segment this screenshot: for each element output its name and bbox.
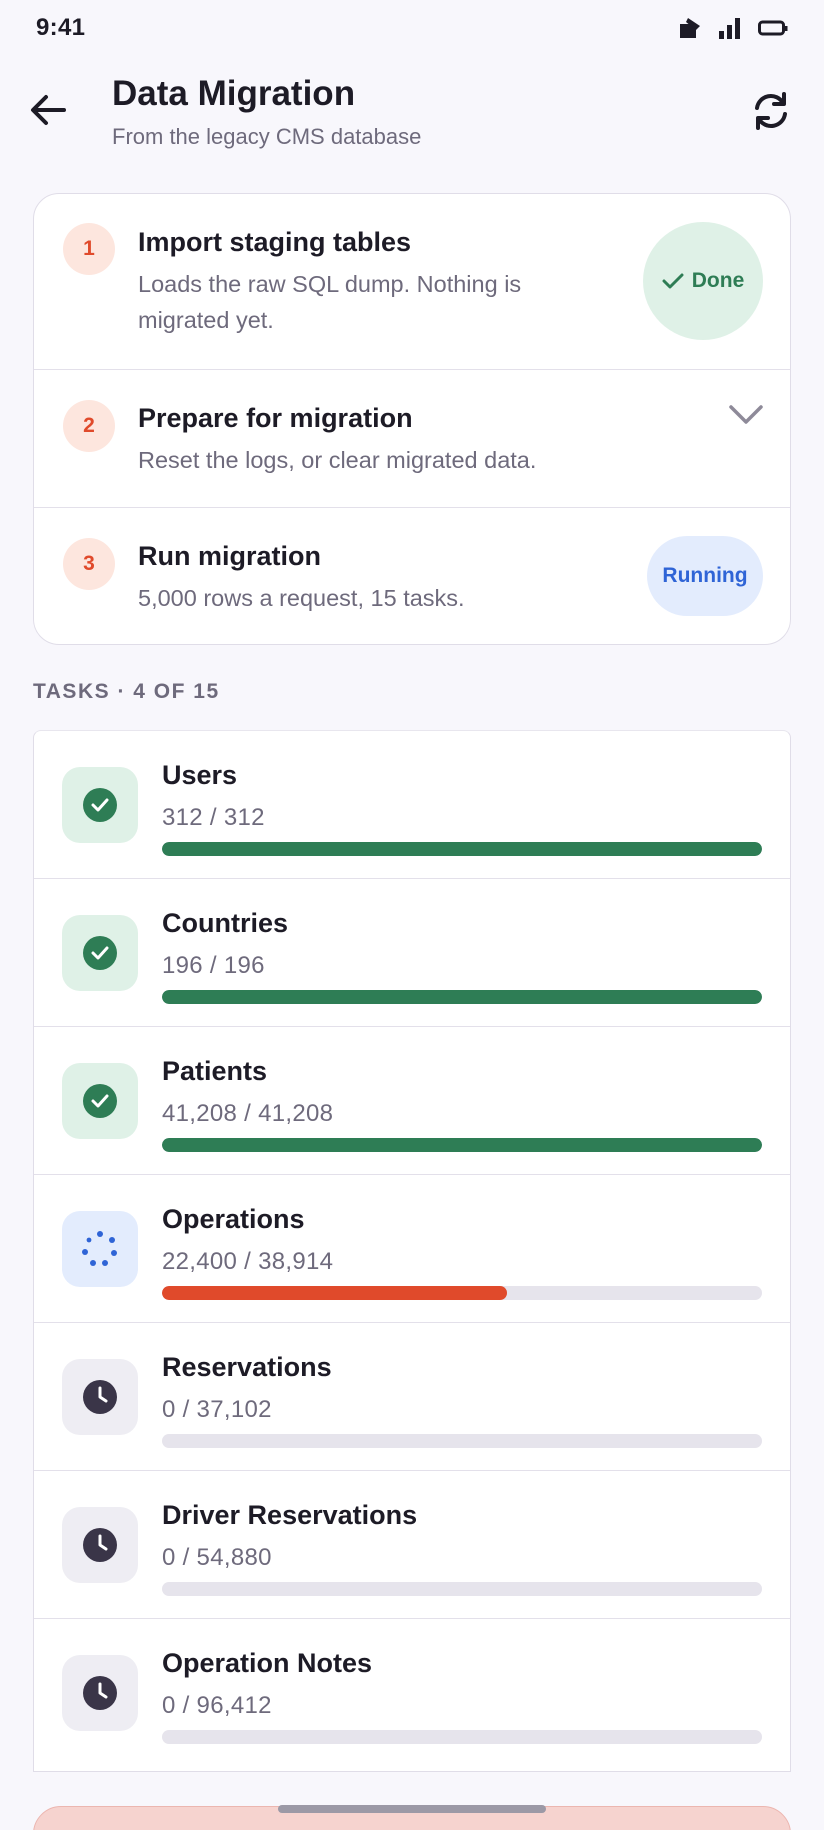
step-title: Run migration xyxy=(138,541,321,571)
task-row[interactable]: Operations 22,400 / 38,914 xyxy=(34,1175,790,1323)
progress-bar xyxy=(162,842,762,856)
task-name: Operations xyxy=(162,1204,305,1234)
step-description: Loads the raw SQL dump. Nothing is migra… xyxy=(138,271,522,333)
status-time: 9:41 xyxy=(36,14,86,41)
task-row[interactable]: Patients 41,208 / 41,208 xyxy=(34,1027,790,1175)
step-number: 1 xyxy=(63,223,115,275)
signal-icon xyxy=(719,18,740,39)
progress-fill xyxy=(162,842,762,856)
step-title: Import staging tables xyxy=(138,227,412,257)
step-number: 2 xyxy=(63,400,115,452)
task-name: Operation Notes xyxy=(162,1648,373,1678)
back-arrow-icon[interactable] xyxy=(26,88,70,132)
battery-icon xyxy=(758,20,788,36)
task-count: 0 / 37,102 xyxy=(162,1396,272,1423)
step-number: 3 xyxy=(63,538,115,590)
task-row[interactable]: Countries 196 / 196 xyxy=(34,879,790,1027)
task-count: 0 / 96,412 xyxy=(162,1692,272,1719)
step-prepare[interactable]: 2 Prepare for migration Reset the logs, … xyxy=(34,370,790,508)
task-row[interactable]: Driver Reservations 0 / 54,880 xyxy=(34,1471,790,1619)
step-description: 5,000 rows a request, 15 tasks. xyxy=(138,585,465,611)
step-run[interactable]: 3 Run migration 5,000 rows a request, 15… xyxy=(34,508,790,644)
task-status-icon xyxy=(62,1655,138,1731)
task-status-icon xyxy=(62,1507,138,1583)
task-count: 312 / 312 xyxy=(162,804,265,831)
task-count: 196 / 196 xyxy=(162,952,265,979)
chevron-down-icon[interactable] xyxy=(726,400,766,430)
tasks-section-label: TASKS · 4 OF 15 xyxy=(33,680,220,703)
progress-bar xyxy=(162,1582,762,1596)
check-circle-icon xyxy=(83,1084,117,1118)
task-row[interactable]: Reservations 0 / 37,102 xyxy=(34,1323,790,1471)
home-indicator xyxy=(278,1805,546,1813)
progress-fill xyxy=(162,1286,508,1300)
page-subtitle: From the legacy CMS database xyxy=(112,124,422,149)
progress-bar xyxy=(162,1138,762,1152)
task-status-icon xyxy=(62,1211,138,1287)
progress-fill xyxy=(162,1138,762,1152)
task-status-icon xyxy=(62,1063,138,1139)
task-status-icon xyxy=(62,767,138,843)
notification-icon xyxy=(680,18,700,38)
progress-bar xyxy=(162,1730,762,1744)
progress-bar xyxy=(162,1286,762,1300)
status-bar: 9:41 xyxy=(0,0,824,56)
task-name: Users xyxy=(162,760,238,790)
spinner-icon xyxy=(82,1231,117,1266)
progress-bar xyxy=(162,1434,762,1448)
task-row[interactable]: Operation Notes 0 / 96,412 xyxy=(34,1619,790,1767)
task-name: Patients xyxy=(162,1056,268,1086)
clock-icon xyxy=(83,1528,117,1562)
task-list: Users 312 / 312 Countries 196 / 196 Pati… xyxy=(33,730,791,1772)
header: Data Migration From the legacy CMS datab… xyxy=(0,70,824,160)
task-name: Driver Reservations xyxy=(162,1500,418,1530)
task-count: 41,208 / 41,208 xyxy=(162,1100,334,1127)
task-count: 22,400 / 38,914 xyxy=(162,1248,334,1275)
check-circle-icon xyxy=(83,936,117,970)
status-icons xyxy=(678,16,788,40)
task-status-icon xyxy=(62,915,138,991)
check-icon xyxy=(662,273,684,289)
task-count: 0 / 54,880 xyxy=(162,1544,272,1571)
migration-steps-card: 1 Import staging tables Loads the raw SQ… xyxy=(33,193,791,645)
page-title: Data Migration xyxy=(112,74,356,113)
progress-fill xyxy=(162,990,762,1004)
progress-bar xyxy=(162,990,762,1004)
task-row[interactable]: Users 312 / 312 xyxy=(34,731,790,879)
task-name: Reservations xyxy=(162,1352,332,1382)
refresh-icon[interactable] xyxy=(748,88,794,134)
clock-icon xyxy=(83,1380,117,1414)
check-circle-icon xyxy=(83,788,117,822)
task-status-icon xyxy=(62,1359,138,1435)
step-description: Reset the logs, or clear migrated data. xyxy=(138,447,537,473)
done-badge: Done xyxy=(643,222,763,340)
done-badge-label: Done xyxy=(691,269,745,292)
clock-icon xyxy=(83,1676,117,1710)
running-badge: Running xyxy=(647,536,763,616)
task-name: Countries xyxy=(162,908,289,938)
step-title: Prepare for migration xyxy=(138,403,413,433)
step-import[interactable]: 1 Import staging tables Loads the raw SQ… xyxy=(34,194,790,370)
